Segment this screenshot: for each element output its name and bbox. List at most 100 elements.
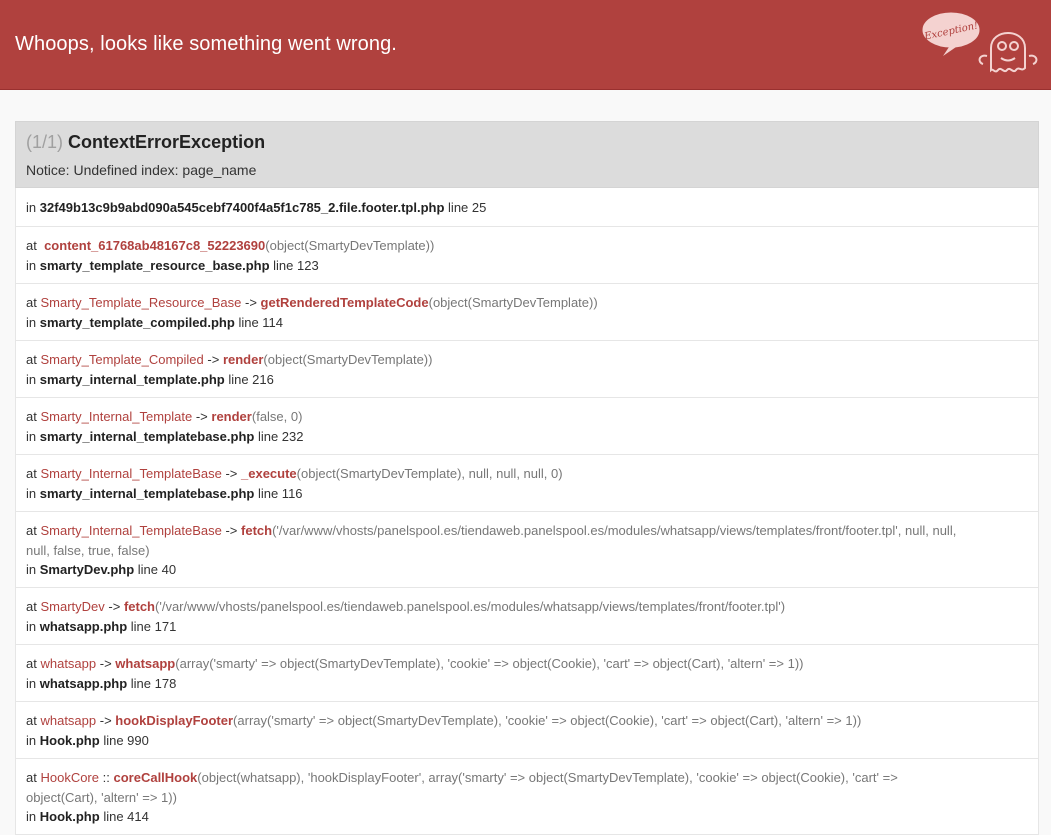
trace-item: at content_61768ab48167c8_52223690(objec… bbox=[16, 226, 1038, 283]
line-number: line 40 bbox=[137, 562, 177, 577]
file-name: smarty_internal_template.php bbox=[39, 372, 225, 387]
exception-content: (1/1) ContextErrorException Notice: Unde… bbox=[15, 121, 1039, 835]
ghost-exception-icon: Exception! bbox=[922, 12, 1038, 73]
trace-call: at Smarty_Template_Compiled -> render(ob… bbox=[26, 350, 1028, 369]
call-type: -> bbox=[225, 466, 238, 481]
trace-file: in smarty_template_resource_base.php lin… bbox=[26, 256, 1028, 275]
trace-item: at Smarty_Internal_TemplateBase -> fetch… bbox=[16, 511, 1038, 587]
file-name: whatsapp.php bbox=[39, 619, 128, 634]
function-name: whatsapp bbox=[115, 656, 176, 671]
trace-call: at HookCore :: coreCallHook(object(whats… bbox=[26, 768, 1028, 787]
trace-item: at Smarty_Template_Resource_Base -> getR… bbox=[16, 283, 1038, 340]
file-name: smarty_template_resource_base.php bbox=[39, 258, 270, 273]
call-type: -> bbox=[244, 295, 257, 310]
exception-title: (1/1) ContextErrorException bbox=[26, 132, 265, 153]
line-number: line 114 bbox=[238, 315, 284, 330]
function-args: false, 0 bbox=[256, 409, 299, 424]
file-prefix: in bbox=[26, 619, 37, 634]
class-name: Smarty_Template_Compiled bbox=[40, 352, 204, 367]
file-name: smarty_internal_templatebase.php bbox=[39, 429, 255, 444]
function-name: fetch bbox=[123, 599, 155, 614]
line-number: line 414 bbox=[103, 809, 149, 824]
class-name: SmartyDev bbox=[40, 599, 105, 614]
file-prefix: in bbox=[26, 562, 37, 577]
trace-file: in smarty_internal_template.php line 216 bbox=[26, 370, 1028, 389]
trace-call: at Smarty_Internal_Template -> render(fa… bbox=[26, 407, 1028, 426]
function-args: object(SmartyDevTemplate) bbox=[267, 352, 429, 367]
at-prefix: at bbox=[26, 295, 37, 310]
trace-item: at whatsapp -> whatsapp(array('smarty' =… bbox=[16, 644, 1038, 701]
trace-call-continuation: object(Cart), 'altern' => 1)) bbox=[26, 788, 1028, 807]
file-name: Hook.php bbox=[39, 733, 100, 748]
function-args: object(SmartyDevTemplate) bbox=[269, 238, 430, 253]
line-number: line 171 bbox=[130, 619, 177, 634]
trace-item: at HookCore :: coreCallHook(object(whats… bbox=[16, 758, 1038, 834]
args-close: ) bbox=[172, 790, 177, 805]
args-close: ) bbox=[298, 409, 303, 424]
file-prefix: in bbox=[26, 733, 37, 748]
function-name: render bbox=[211, 409, 252, 424]
file-name: SmartyDev.php bbox=[39, 562, 135, 577]
trace-item: in 32f49b13c9b9abd090a545cebf7400f4a5f1c… bbox=[16, 188, 1038, 226]
call-type: -> bbox=[195, 409, 208, 424]
trace-item: at whatsapp -> hookDisplayFooter(array('… bbox=[16, 701, 1038, 758]
class-name: Smarty_Internal_TemplateBase bbox=[40, 466, 222, 481]
args-close: ) bbox=[429, 238, 435, 253]
page-header: Whoops, looks like something went wrong.… bbox=[0, 0, 1051, 90]
file-prefix: in bbox=[26, 258, 37, 273]
args-close: ) bbox=[780, 599, 786, 614]
trace-call: at Smarty_Template_Resource_Base -> getR… bbox=[26, 293, 1028, 312]
trace-item: at SmartyDev -> fetch('/var/www/vhosts/p… bbox=[16, 587, 1038, 644]
trace-call-continuation: null, false, true, false) bbox=[26, 541, 1028, 560]
args-close: ) bbox=[558, 466, 563, 481]
function-args-continued: object(Cart), 'altern' => 1) bbox=[26, 790, 173, 805]
file-name: Hook.php bbox=[39, 809, 100, 824]
class-name: whatsapp bbox=[40, 656, 97, 671]
file-prefix: in bbox=[26, 200, 37, 215]
at-prefix: at bbox=[26, 238, 37, 253]
file-name: whatsapp.php bbox=[39, 676, 128, 691]
at-prefix: at bbox=[26, 409, 37, 424]
at-prefix: at bbox=[26, 352, 37, 367]
file-prefix: in bbox=[26, 372, 37, 387]
trace-file: in smarty_template_compiled.php line 114 bbox=[26, 313, 1028, 332]
trace-file: in smarty_internal_templatebase.php line… bbox=[26, 427, 1028, 446]
function-name: hookDisplayFooter bbox=[115, 713, 234, 728]
exception-message: Notice: Undefined index: page_name bbox=[26, 162, 257, 178]
args-close: ) bbox=[428, 352, 433, 367]
file-name: smarty_template_compiled.php bbox=[39, 315, 235, 330]
class-name: whatsapp bbox=[40, 713, 97, 728]
function-name: getRenderedTemplateCode bbox=[260, 295, 429, 310]
call-type: :: bbox=[102, 770, 110, 785]
exception-count: (1/1) bbox=[26, 132, 64, 152]
file-prefix: in bbox=[26, 315, 37, 330]
function-name: fetch bbox=[241, 523, 273, 538]
trace-call: at Smarty_Internal_TemplateBase -> _exec… bbox=[26, 464, 1028, 483]
trace-call: at whatsapp -> whatsapp(array('smarty' =… bbox=[26, 654, 1028, 673]
args-close: ) bbox=[799, 656, 804, 671]
function-name: coreCallHook bbox=[113, 770, 198, 785]
args-close: ) bbox=[145, 543, 150, 558]
at-prefix: at bbox=[26, 599, 37, 614]
line-number: line 178 bbox=[130, 676, 177, 691]
class-name: HookCore bbox=[40, 770, 99, 785]
trace-file: in whatsapp.php line 171 bbox=[26, 617, 1028, 636]
at-prefix: at bbox=[26, 770, 37, 785]
at-prefix: at bbox=[26, 466, 37, 481]
file-name: 32f49b13c9b9abd090a545cebf7400f4a5f1c785… bbox=[39, 200, 445, 215]
line-number: line 25 bbox=[448, 200, 487, 215]
line-number: line 232 bbox=[257, 429, 304, 444]
stack-trace: in 32f49b13c9b9abd090a545cebf7400f4a5f1c… bbox=[15, 188, 1039, 835]
line-number: line 123 bbox=[273, 258, 319, 273]
function-args: array('smarty' => object(SmartyDevTempla… bbox=[237, 713, 857, 728]
class-name: Smarty_Internal_TemplateBase bbox=[40, 523, 222, 538]
function-args: object(SmartyDevTemplate) bbox=[432, 295, 594, 310]
line-number: line 216 bbox=[228, 372, 274, 387]
line-number: line 990 bbox=[103, 733, 149, 748]
function-args: array('smarty' => object(SmartyDevTempla… bbox=[179, 656, 800, 671]
function-name: _execute bbox=[241, 466, 297, 481]
function-args-continued: null, false, true, false bbox=[26, 543, 146, 558]
function-args: '/var/www/vhosts/panelspool.es/tiendaweb… bbox=[276, 523, 957, 538]
trace-file: in whatsapp.php line 178 bbox=[26, 674, 1028, 693]
file-prefix: in bbox=[26, 429, 37, 444]
